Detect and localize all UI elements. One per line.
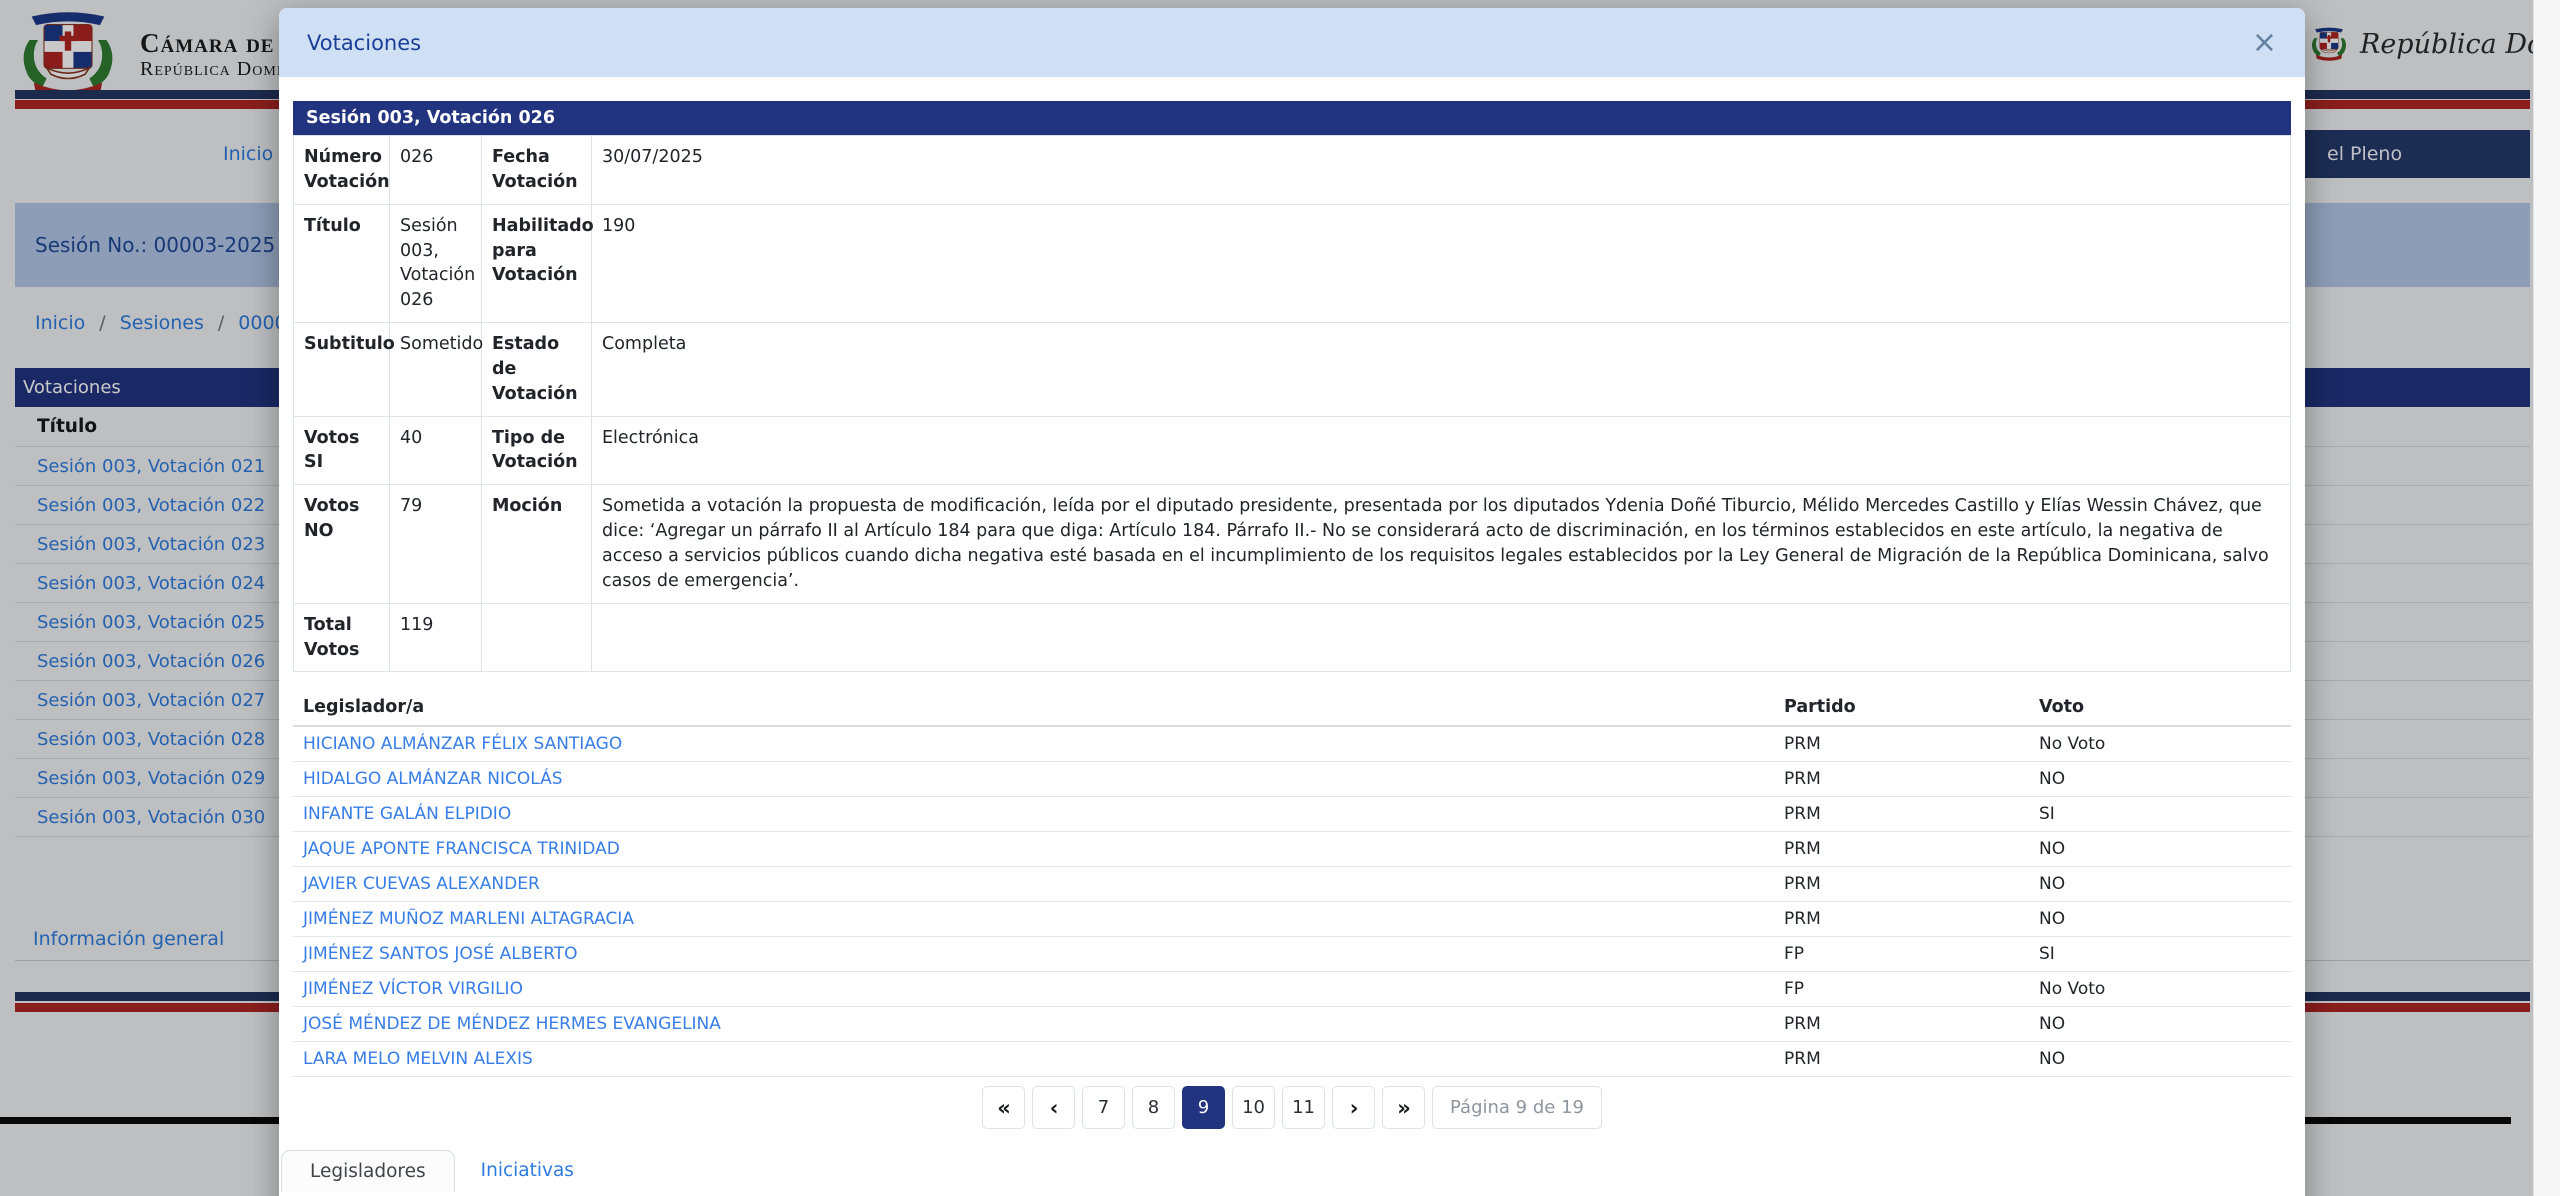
legislator-vote: NO (2029, 902, 2291, 937)
close-icon[interactable]: × (2252, 28, 2277, 58)
table-row: JIMÉNEZ SANTOS JOSÉ ALBERTOFPSI (293, 937, 2291, 972)
vote-details-row: Número Votación026Fecha Votación30/07/20… (294, 136, 2291, 205)
legislator-party: PRM (1774, 762, 2029, 797)
detail-label (482, 603, 592, 672)
vote-details-row: Total Votos119 (294, 603, 2291, 672)
legislator-vote: NO (2029, 762, 2291, 797)
detail-label: Votos SI (294, 416, 390, 485)
detail-value: Sometida a votación la propuesta de modi… (592, 485, 2291, 603)
legislators-column-header: Voto (2029, 692, 2291, 726)
table-row: HIDALGO ALMÁNZAR NICOLÁSPRMNO (293, 762, 2291, 797)
detail-label: Total Votos (294, 603, 390, 672)
legislator-name-link[interactable]: JAQUE APONTE FRANCISCA TRINIDAD (293, 832, 1774, 867)
modal-body: Sesión 003, Votación 026 Número Votación… (279, 77, 2305, 1192)
pagination: «‹7891011›»Página 9 de 19 (293, 1086, 2291, 1129)
tab-iniciativas[interactable]: Iniciativas (455, 1150, 600, 1191)
legislator-vote: NO (2029, 832, 2291, 867)
legislator-party: PRM (1774, 1042, 2029, 1077)
detail-label: Habilitado para Votación (482, 204, 592, 322)
table-row: HICIANO ALMÁNZAR FÉLIX SANTIAGOPRMNo Vot… (293, 726, 2291, 762)
modal-header: Votaciones × (279, 8, 2305, 77)
detail-value: 40 (390, 416, 482, 485)
legislator-party: PRM (1774, 797, 2029, 832)
browser-scrollbar[interactable] (2533, 0, 2560, 1196)
next-page-icon[interactable]: › (1332, 1086, 1375, 1129)
modal-title: Votaciones (307, 31, 421, 55)
vote-details-row: SubtituloSometidoEstado de VotaciónCompl… (294, 323, 2291, 417)
legislators-table: Legislador/aPartidoVoto HICIANO ALMÁNZAR… (293, 692, 2291, 1077)
detail-label: Número Votación (294, 136, 390, 205)
legislator-party: PRM (1774, 832, 2029, 867)
legislator-party: FP (1774, 937, 2029, 972)
detail-label: Fecha Votación (482, 136, 592, 205)
detail-value: 026 (390, 136, 482, 205)
legislator-name-link[interactable]: JAVIER CUEVAS ALEXANDER (293, 867, 1774, 902)
vote-details-row: Votos SI40Tipo de VotaciónElectrónica (294, 416, 2291, 485)
detail-label: Título (294, 204, 390, 322)
detail-value: 190 (592, 204, 2291, 322)
votaciones-modal: Votaciones × Sesión 003, Votación 026 Nú… (279, 8, 2305, 1196)
detail-value: 79 (390, 485, 482, 603)
last-page-icon[interactable]: » (1382, 1086, 1425, 1129)
legislator-name-link[interactable]: LARA MELO MELVIN ALEXIS (293, 1042, 1774, 1077)
table-row: INFANTE GALÁN ELPIDIOPRMSI (293, 797, 2291, 832)
modal-tabs: LegisladoresIniciativas (281, 1150, 2291, 1192)
legislator-party: PRM (1774, 867, 2029, 902)
page-button[interactable]: 7 (1082, 1086, 1125, 1129)
legislator-name-link[interactable]: JIMÉNEZ VÍCTOR VIRGILIO (293, 972, 1774, 1007)
tab-legisladores[interactable]: Legisladores (281, 1150, 455, 1192)
legislator-name-link[interactable]: INFANTE GALÁN ELPIDIO (293, 797, 1774, 832)
page-button[interactable]: 9 (1182, 1086, 1225, 1129)
page-button[interactable]: 8 (1132, 1086, 1175, 1129)
detail-label: Tipo de Votación (482, 416, 592, 485)
legislator-party: PRM (1774, 1007, 2029, 1042)
detail-value: Sesión 003, Votación 026 (390, 204, 482, 322)
vote-details-row: Votos NO79MociónSometida a votación la p… (294, 485, 2291, 603)
legislator-vote: SI (2029, 797, 2291, 832)
table-row: JIMÉNEZ VÍCTOR VIRGILIOFPNo Voto (293, 972, 2291, 1007)
vote-details-row: TítuloSesión 003, Votación 026Habilitado… (294, 204, 2291, 322)
first-page-icon[interactable]: « (982, 1086, 1025, 1129)
table-row: JAVIER CUEVAS ALEXANDERPRMNO (293, 867, 2291, 902)
detail-value: 30/07/2025 (592, 136, 2291, 205)
vote-details-table: Número Votación026Fecha Votación30/07/20… (293, 135, 2291, 672)
legislator-party: PRM (1774, 902, 2029, 937)
vote-details-header: Sesión 003, Votación 026 (293, 101, 2291, 135)
detail-value: Completa (592, 323, 2291, 417)
table-row: JIMÉNEZ MUÑOZ MARLENI ALTAGRACIAPRMNO (293, 902, 2291, 937)
legislator-name-link[interactable]: JIMÉNEZ MUÑOZ MARLENI ALTAGRACIA (293, 902, 1774, 937)
legislator-vote: SI (2029, 937, 2291, 972)
legislator-vote: NO (2029, 1042, 2291, 1077)
table-row: JOSÉ MÉNDEZ DE MÉNDEZ HERMES EVANGELINAP… (293, 1007, 2291, 1042)
legislator-name-link[interactable]: HICIANO ALMÁNZAR FÉLIX SANTIAGO (293, 726, 1774, 762)
table-row: LARA MELO MELVIN ALEXISPRMNO (293, 1042, 2291, 1077)
legislator-name-link[interactable]: JIMÉNEZ SANTOS JOSÉ ALBERTO (293, 937, 1774, 972)
legislator-party: FP (1774, 972, 2029, 1007)
detail-label: Moción (482, 485, 592, 603)
legislator-party: PRM (1774, 726, 2029, 762)
page-button[interactable]: 10 (1232, 1086, 1275, 1129)
detail-label: Votos NO (294, 485, 390, 603)
legislators-column-header: Legislador/a (293, 692, 1774, 726)
prev-page-icon[interactable]: ‹ (1032, 1086, 1075, 1129)
legislators-column-header: Partido (1774, 692, 2029, 726)
table-row: JAQUE APONTE FRANCISCA TRINIDADPRMNO (293, 832, 2291, 867)
legislator-vote: No Voto (2029, 726, 2291, 762)
detail-label: Estado de Votación (482, 323, 592, 417)
detail-value (592, 603, 2291, 672)
legislator-name-link[interactable]: HIDALGO ALMÁNZAR NICOLÁS (293, 762, 1774, 797)
detail-label: Subtitulo (294, 323, 390, 417)
detail-value: 119 (390, 603, 482, 672)
detail-value: Electrónica (592, 416, 2291, 485)
legislator-vote: No Voto (2029, 972, 2291, 1007)
page-button[interactable]: 11 (1282, 1086, 1325, 1129)
legislator-vote: NO (2029, 867, 2291, 902)
legislator-name-link[interactable]: JOSÉ MÉNDEZ DE MÉNDEZ HERMES EVANGELINA (293, 1007, 1774, 1042)
pagination-status: Página 9 de 19 (1432, 1086, 1602, 1129)
detail-value: Sometido (390, 323, 482, 417)
legislator-vote: NO (2029, 1007, 2291, 1042)
